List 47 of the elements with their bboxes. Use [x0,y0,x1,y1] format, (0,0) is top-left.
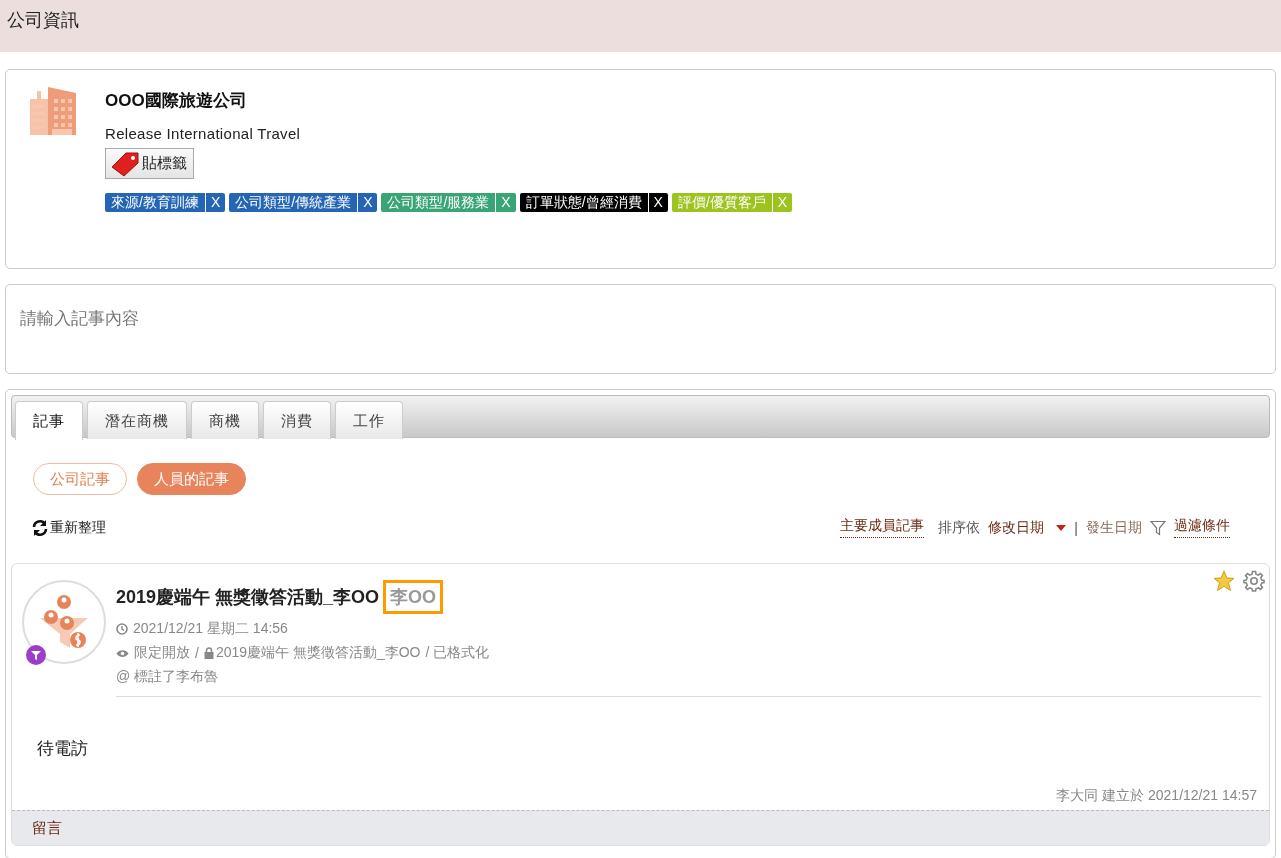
tag-label: 評價/優質客戶 [676,193,767,212]
comment-bar[interactable]: 留言 [12,810,1269,845]
campaign-link[interactable]: 2019慶端午 無獎徵答活動_李OO [215,644,421,662]
filter-link[interactable]: 過濾條件 [1174,517,1230,538]
tag-remove-button[interactable]: X [647,193,668,212]
tag-label: 訂單狀態/曾經消費 [524,193,643,212]
refresh-link[interactable]: 重新整理 [31,518,106,537]
tab[interactable]: 消費 [263,401,331,439]
star-icon[interactable] [1213,570,1235,592]
tag-label: 公司類型/服務業 [386,193,491,212]
eye-icon [116,648,129,658]
tag-button[interactable]: 貼標籤 [105,148,194,179]
note-owner: 李OO [383,580,444,614]
sort-label: 排序依 [938,518,981,537]
note-input-field[interactable]: 請輸入記事內容 [5,284,1276,374]
sort-option[interactable]: 修改日期 [988,518,1045,537]
company-name: OOO國際旅遊公司 [105,90,248,112]
note-footer: 李大同 建立於 2021/12/21 14:57 [12,787,1269,810]
note-datetime: 2021/12/21 星期二 14:56 [133,620,288,638]
tab[interactable]: 商機 [191,401,259,439]
tag-label: 公司類型/傳統產業 [234,193,353,212]
filter-icon [1150,519,1166,536]
separator: | [1074,519,1078,536]
tab[interactable]: 記事 [15,401,83,440]
tag-label: 來源/教育訓練 [110,193,200,212]
tag-icon [110,150,140,177]
lock-icon [203,647,214,659]
tag-remove-button[interactable]: X [357,193,378,212]
refresh-icon [31,518,49,537]
format-label: / 已格式化 [425,644,490,662]
tab[interactable]: 工作 [335,401,403,439]
tag-remove-button[interactable]: X [204,193,226,212]
company-english-name: Release International Travel [105,125,302,142]
note-title: 2019慶端午 無獎徵答活動_李OO [116,586,380,609]
funnel-badge-icon [26,645,46,665]
clock-icon [116,623,128,635]
member-notes-link[interactable]: 主要成員記事 [840,517,925,538]
sort-option[interactable]: 發生日期 [1086,518,1142,537]
caret-icon [1056,524,1067,531]
path-separator: / [195,645,199,661]
building-icon [30,85,76,137]
mention-text: @ 標註了李布魯 [116,668,220,686]
settings-icon[interactable] [1243,570,1265,592]
visibility-label: 限定開放 [134,644,190,662]
note-body: 待電訪 [36,738,89,760]
page-title: 公司資訊 [7,10,79,30]
tab[interactable]: 潛在商機 [87,401,187,439]
